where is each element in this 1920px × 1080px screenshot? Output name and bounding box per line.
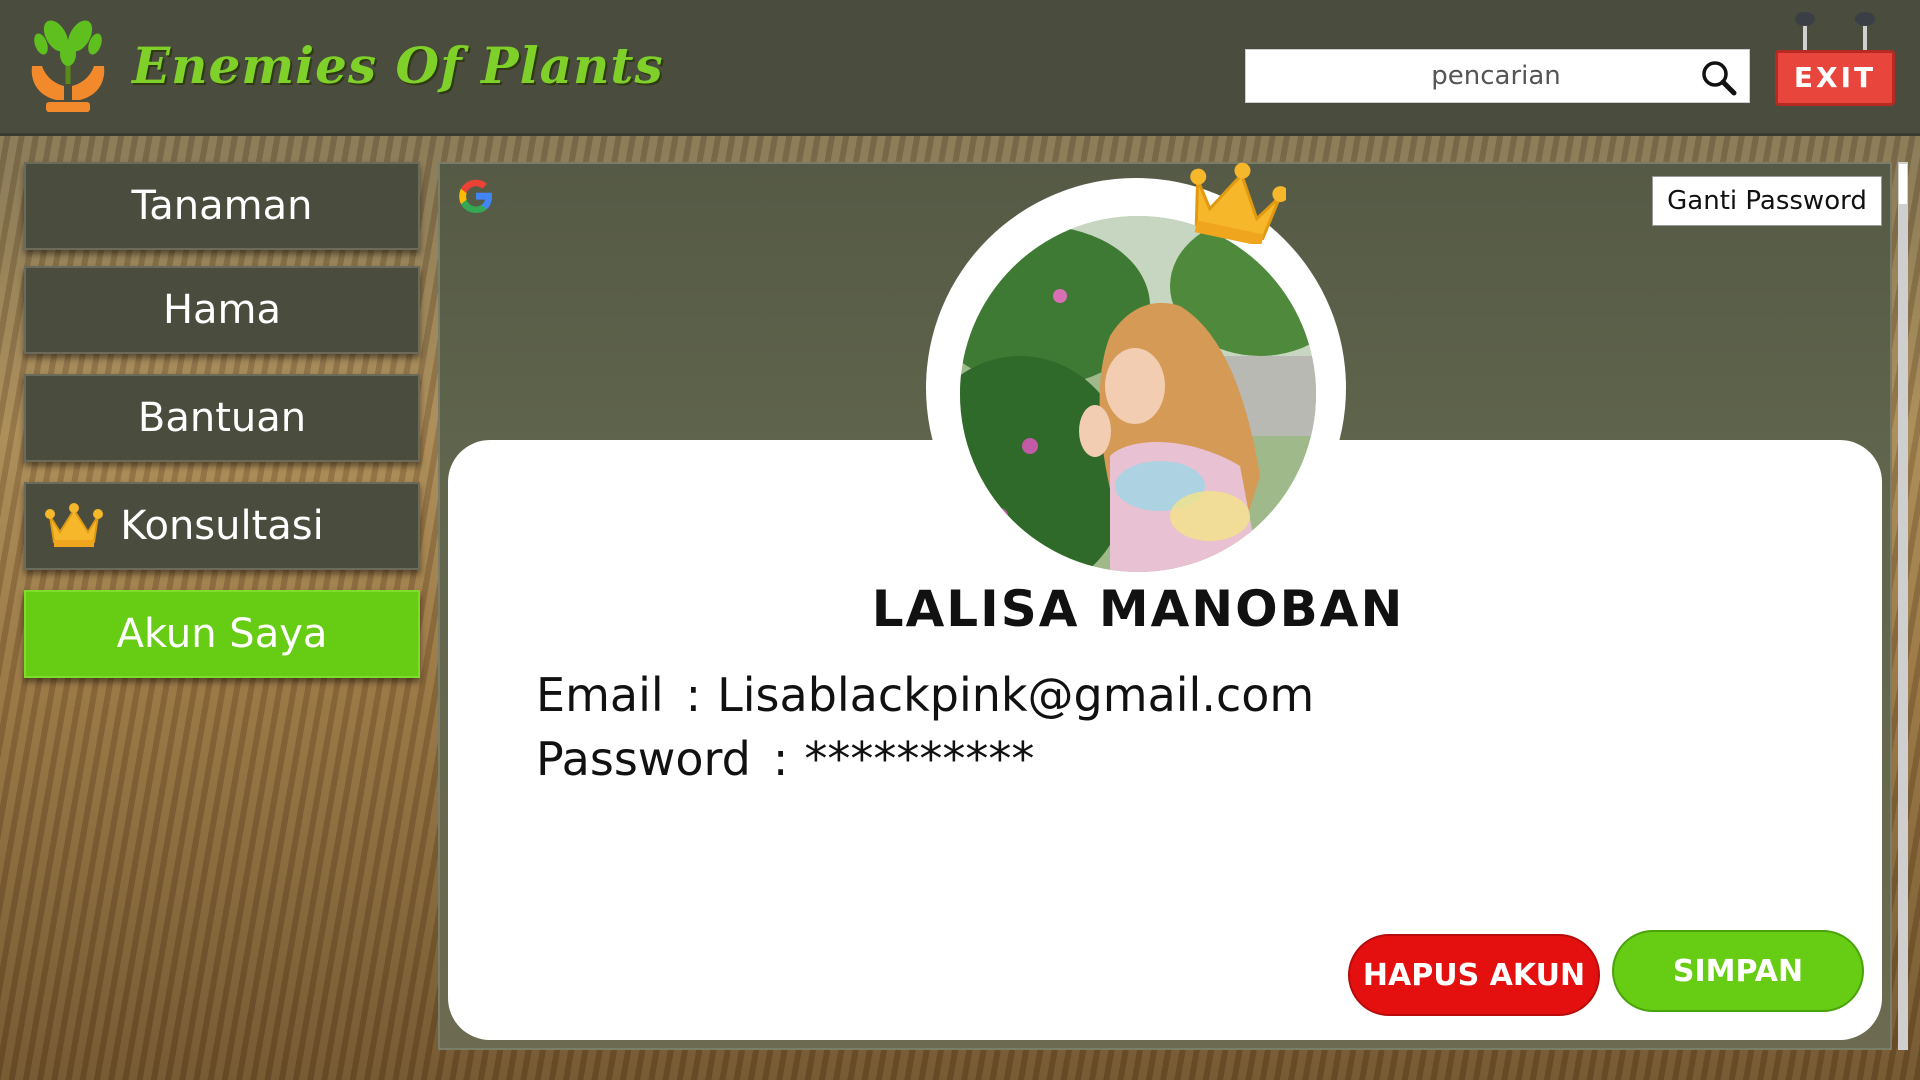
hanger-peg bbox=[1795, 12, 1815, 50]
search-bar bbox=[1245, 49, 1750, 103]
app-title: Enemies Of Plants bbox=[132, 36, 664, 95]
plant-hands-logo-icon bbox=[31, 20, 105, 112]
sidebar-item-label: Akun Saya bbox=[116, 611, 328, 657]
search-icon[interactable] bbox=[1700, 59, 1738, 97]
sidebar-item-label: Konsultasi bbox=[120, 503, 324, 549]
sidebar-item-label: Tanaman bbox=[131, 183, 313, 229]
sidebar-item-label: Bantuan bbox=[137, 395, 307, 441]
scrollbar-track[interactable] bbox=[1898, 162, 1908, 1050]
sidebar-item-label: Hama bbox=[162, 287, 282, 333]
email-separator: : bbox=[685, 668, 702, 722]
crown-icon bbox=[45, 503, 103, 547]
avatar-photo bbox=[960, 216, 1316, 572]
sidebar-item-akun-saya[interactable]: Akun Saya bbox=[24, 590, 420, 678]
crown-icon bbox=[1190, 162, 1286, 244]
password-row: Password: ********** bbox=[536, 732, 1034, 786]
save-button[interactable]: SIMPAN bbox=[1612, 930, 1864, 1012]
search-input[interactable] bbox=[1246, 50, 1686, 102]
avatar bbox=[960, 216, 1316, 572]
email-value: Lisablackpink@gmail.com bbox=[717, 668, 1315, 722]
delete-account-button[interactable]: HAPUS AKUN bbox=[1348, 934, 1600, 1016]
email-label: Email bbox=[536, 668, 664, 722]
exit-sign: EXIT bbox=[1775, 12, 1895, 106]
scrollbar-thumb[interactable] bbox=[1899, 164, 1907, 204]
sidebar-item-tanaman[interactable]: Tanaman bbox=[24, 162, 420, 250]
password-separator: : bbox=[772, 732, 789, 786]
hanger-peg bbox=[1855, 12, 1875, 50]
password-label: Password bbox=[536, 732, 751, 786]
sidebar-item-konsultasi[interactable]: Konsultasi bbox=[24, 482, 420, 570]
change-password-button[interactable]: Ganti Password bbox=[1652, 176, 1882, 226]
sidebar-item-hama[interactable]: Hama bbox=[24, 266, 420, 354]
exit-button[interactable]: EXIT bbox=[1775, 50, 1895, 106]
email-row: Email: Lisablackpink@gmail.com bbox=[536, 668, 1314, 722]
user-name: LALISA MANOBAN bbox=[871, 580, 1405, 638]
sidebar-item-bantuan[interactable]: Bantuan bbox=[24, 374, 420, 462]
password-value: ********** bbox=[804, 732, 1035, 786]
top-bar: Enemies Of Plants EXIT bbox=[0, 0, 1920, 136]
google-icon bbox=[459, 179, 492, 213]
